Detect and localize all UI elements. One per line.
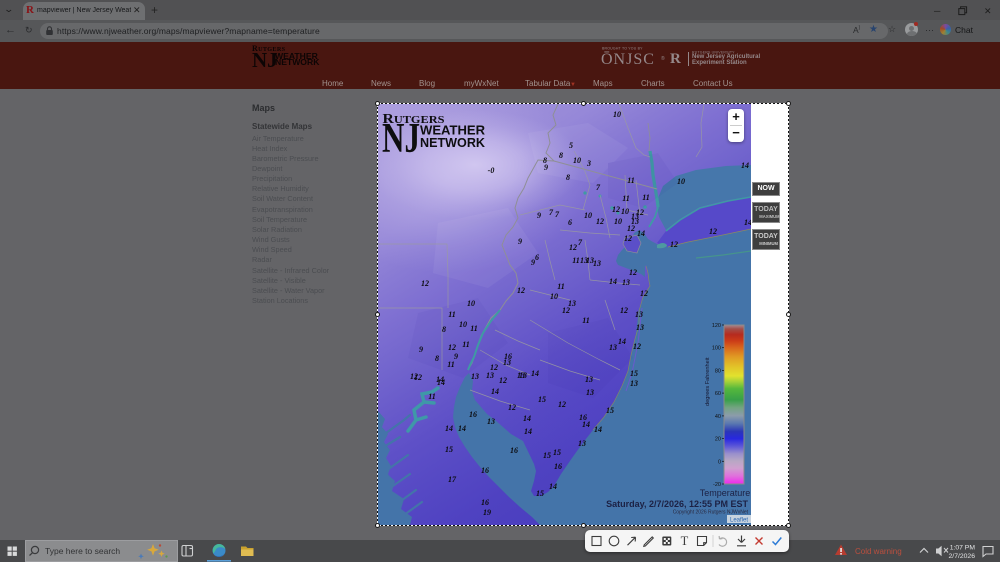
svg-text:80: 80 [715,368,721,374]
svg-text:Saturday, 2/7/2026, 12:55 PM E: Saturday, 2/7/2026, 12:55 PM EST [606,499,748,509]
svg-text:degrees Fahrenheit: degrees Fahrenheit [705,357,711,406]
svg-text:1:07 PM: 1:07 PM [950,545,976,552]
svg-text:Cold warning: Cold warning [855,547,902,556]
svg-text:20: 20 [715,437,721,443]
svg-text:2/7/2026: 2/7/2026 [949,553,976,560]
svg-text:100: 100 [712,346,721,352]
svg-text:Copyright 2026 Rutgers NJWxNet: Copyright 2026 Rutgers NJWxNet [673,510,749,516]
svg-text:0: 0 [718,459,721,465]
svg-text:Type here to search: Type here to search [45,546,120,556]
svg-text:Temperature: Temperature [700,488,751,498]
svg-text:60: 60 [715,391,721,397]
svg-text:T: T [681,534,689,548]
svg-text:40: 40 [715,414,721,420]
svg-text:Leaflet: Leaflet [730,518,748,524]
svg-text:120: 120 [712,323,721,329]
